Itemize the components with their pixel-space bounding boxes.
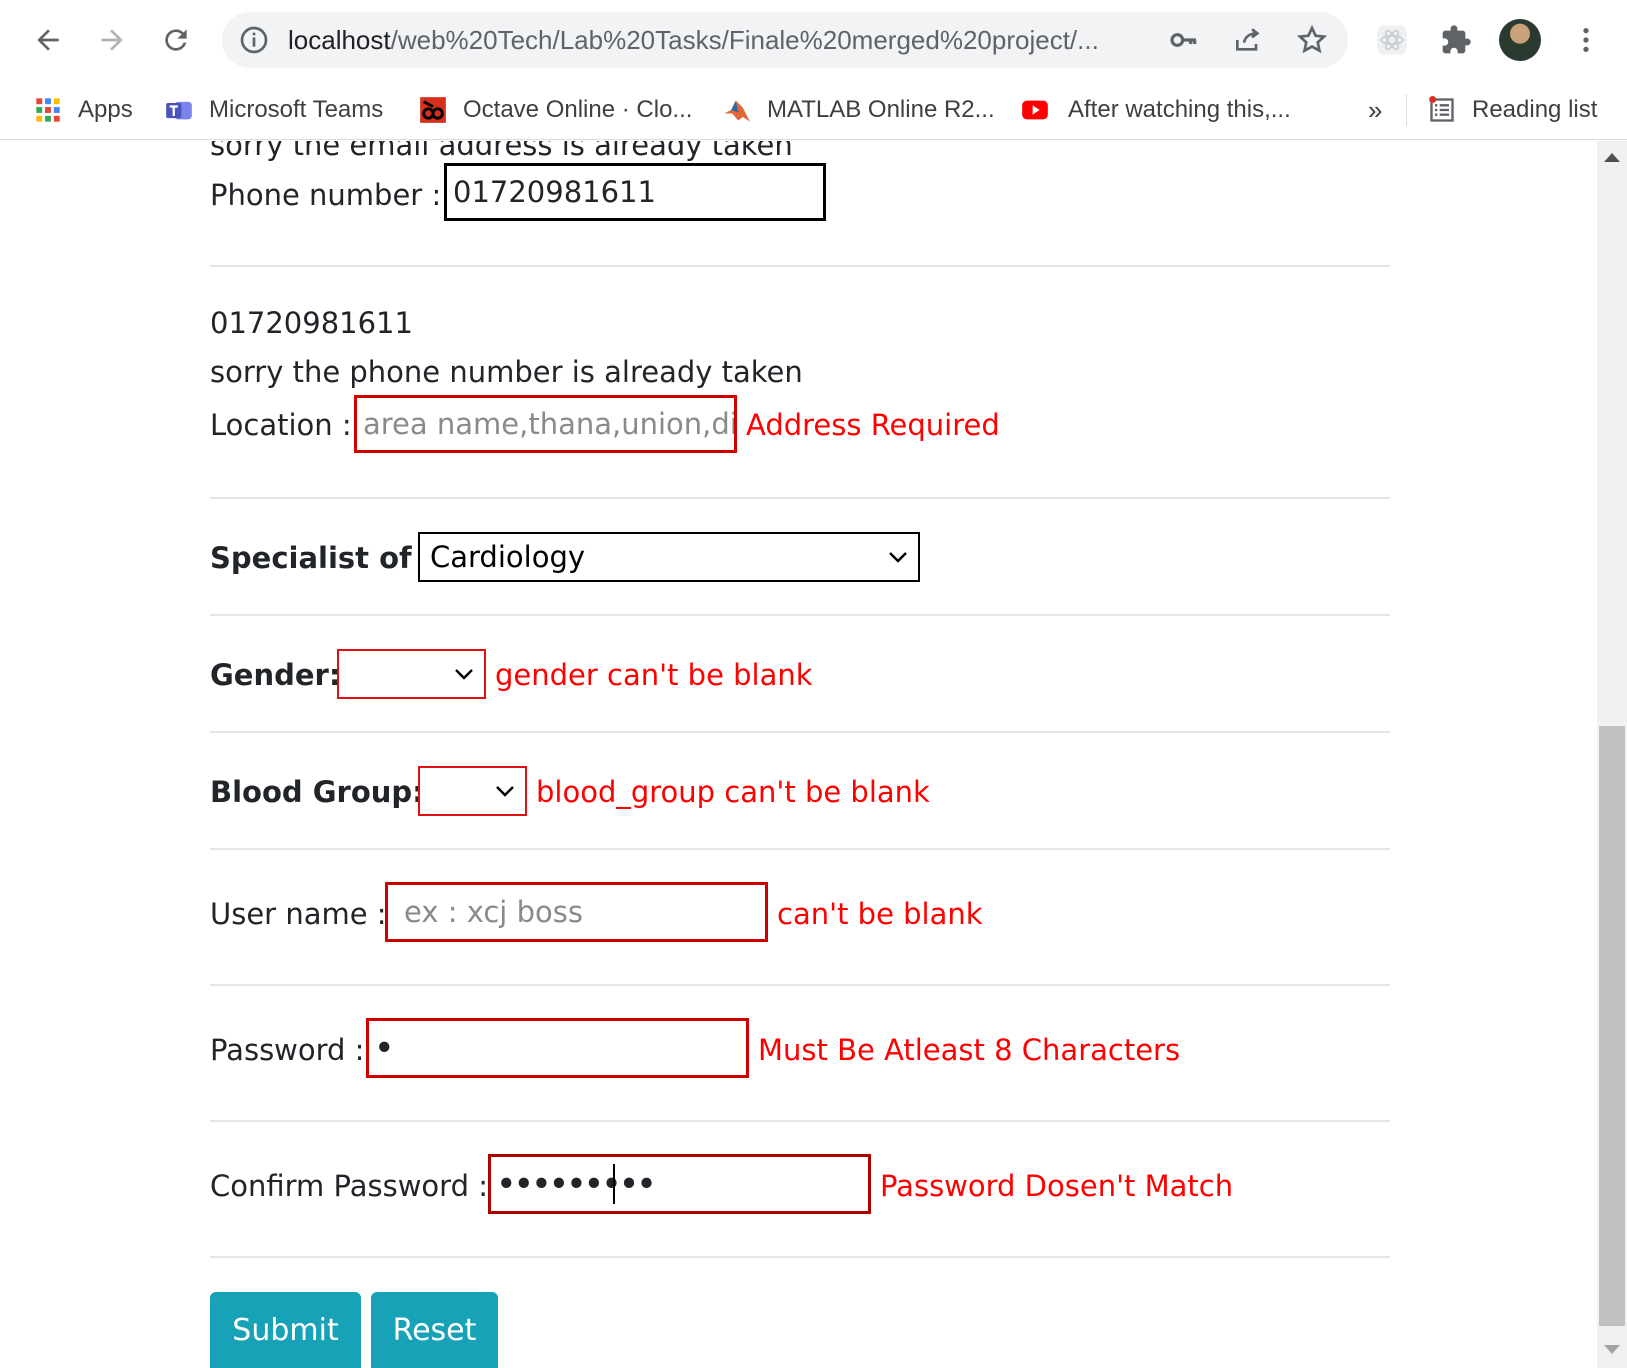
bookmark-label: MATLAB Online R2... xyxy=(767,96,995,123)
divider xyxy=(210,731,1390,733)
bookmark-apps[interactable]: Apps xyxy=(34,92,133,128)
gender-error-text: gender can't be blank xyxy=(495,658,813,692)
confirm-password-error-text: Password Dosen't Match xyxy=(880,1169,1234,1203)
kebab-menu-icon xyxy=(1583,28,1589,52)
arrow-left-icon xyxy=(37,29,59,51)
bookmarks-divider xyxy=(1406,94,1407,126)
page-scrollbar[interactable] xyxy=(1597,141,1627,1368)
browser-toolbar: localhost/web%20Tech/Lab%20Tasks/Finale%… xyxy=(0,0,1627,80)
apps-grid-icon xyxy=(36,98,60,122)
phone-echo-text: 01720981611 xyxy=(210,306,413,340)
reload-icon xyxy=(165,29,187,51)
location-input[interactable]: area name,thana,union,dis xyxy=(354,395,737,453)
specialist-select[interactable]: Cardiology xyxy=(418,532,920,582)
bookmark-label: Microsoft Teams xyxy=(209,96,384,123)
specialist-selected: Cardiology xyxy=(430,540,586,574)
bookmarks-bar: Apps Microsoft Teams Octave Online · Clo… xyxy=(0,80,1627,140)
blood-group-error-text: blood_group can't be blank xyxy=(536,775,930,809)
username-input[interactable]: ex : xcj boss xyxy=(385,882,768,942)
reading-list-label: Reading list xyxy=(1472,96,1598,123)
arrow-right-icon xyxy=(101,29,123,51)
bookmark-label: Apps xyxy=(78,96,133,123)
scrollbar-thumb[interactable] xyxy=(1599,726,1625,1326)
share-icon[interactable] xyxy=(1232,24,1264,56)
divider xyxy=(210,984,1390,986)
more-bookmarks-chevron: » xyxy=(1368,94,1383,125)
chevron-down-icon xyxy=(496,786,514,797)
divider xyxy=(210,848,1390,850)
submit-button[interactable]: Submit xyxy=(210,1292,361,1368)
location-placeholder: area name,thana,union,dis xyxy=(363,407,737,441)
phone-error-text: sorry the phone number is already taken xyxy=(210,355,803,389)
reading-list-icon xyxy=(1429,96,1454,122)
url-path: /web%20Tech/Lab%20Tasks/Finale%20merged%… xyxy=(390,25,1099,55)
url-text[interactable]: localhost/web%20Tech/Lab%20Tasks/Finale%… xyxy=(288,24,1188,56)
reading-list-button[interactable]: Reading list xyxy=(1428,92,1597,128)
bookmark-microsoft-teams[interactable]: Microsoft Teams xyxy=(165,92,383,128)
confirm-password-label: Confirm Password : xyxy=(210,1169,488,1203)
divider xyxy=(210,1120,1390,1122)
teams-icon xyxy=(166,101,192,120)
confirm-password-input[interactable]: ••••••••• xyxy=(488,1154,871,1214)
divider xyxy=(210,497,1390,499)
confirm-password-value: ••••••••• xyxy=(497,1167,656,1201)
bookmark-label: Octave Online · Clo... xyxy=(463,96,693,123)
matlab-icon xyxy=(724,100,750,122)
extensions-button[interactable] xyxy=(1430,14,1482,66)
divider xyxy=(210,265,1390,267)
text-caret xyxy=(613,1164,615,1204)
reset-button[interactable]: Reset xyxy=(371,1292,498,1368)
back-button[interactable] xyxy=(22,14,74,66)
info-icon[interactable] xyxy=(238,24,270,56)
password-value: • xyxy=(375,1031,394,1065)
profile-button[interactable] xyxy=(1494,14,1546,66)
avatar xyxy=(1499,19,1541,61)
username-label: User name : xyxy=(210,897,387,931)
divider xyxy=(210,614,1390,616)
bookmark-matlab-online[interactable]: MATLAB Online R2... xyxy=(723,92,995,128)
scroll-up-arrow-icon[interactable] xyxy=(1604,153,1620,162)
divider xyxy=(210,1256,1390,1258)
location-label: Location : xyxy=(210,408,352,442)
gender-select[interactable] xyxy=(337,649,486,699)
youtube-icon xyxy=(1022,100,1048,120)
username-error-text: can't be blank xyxy=(777,897,983,931)
password-label: Password : xyxy=(210,1033,365,1067)
octave-icon xyxy=(420,97,446,123)
bookmark-octave-online[interactable]: Octave Online · Clo... xyxy=(419,92,692,128)
phone-input[interactable]: 01720981611 xyxy=(444,163,826,221)
chevron-down-icon xyxy=(889,552,907,563)
username-placeholder: ex : xcj boss xyxy=(404,895,583,929)
password-input[interactable]: • xyxy=(366,1018,749,1078)
scroll-down-arrow-icon[interactable] xyxy=(1604,1345,1620,1354)
password-error-text: Must Be Atleast 8 Characters xyxy=(758,1033,1181,1067)
phone-input-value: 01720981611 xyxy=(453,175,656,209)
email-error-text: sorry the email address is already taken xyxy=(210,141,793,162)
reload-button[interactable] xyxy=(150,14,202,66)
react-devtools-extension[interactable] xyxy=(1366,14,1418,66)
react-icon xyxy=(1377,25,1407,55)
address-bar[interactable]: localhost/web%20Tech/Lab%20Tasks/Finale%… xyxy=(222,12,1348,68)
location-error-text: Address Required xyxy=(746,408,1000,442)
gender-label: Gender: xyxy=(210,658,341,692)
url-host: localhost xyxy=(288,25,391,55)
blood-group-label: Blood Group: xyxy=(210,775,424,809)
chevron-down-icon xyxy=(455,669,473,680)
key-icon[interactable] xyxy=(1168,24,1200,56)
bookmark-youtube[interactable]: After watching this,... xyxy=(1018,92,1291,128)
menu-button[interactable] xyxy=(1560,14,1612,66)
phone-label: Phone number : xyxy=(210,178,442,212)
more-bookmarks-button[interactable]: » xyxy=(1368,92,1382,128)
forward-button[interactable] xyxy=(86,14,138,66)
bookmark-label: After watching this,... xyxy=(1068,96,1291,123)
puzzle-icon xyxy=(1442,25,1471,54)
specialist-label: Specialist of : xyxy=(210,541,434,575)
blood-group-select[interactable] xyxy=(418,766,527,816)
star-icon[interactable] xyxy=(1296,24,1328,56)
page-viewport: sorry the email address is already taken… xyxy=(0,141,1597,1368)
